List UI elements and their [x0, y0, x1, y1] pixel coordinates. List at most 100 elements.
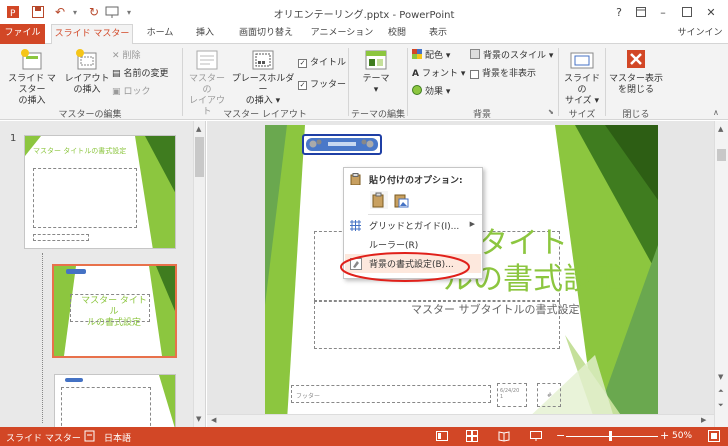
tab-slide-master[interactable]: スライド マスター [51, 24, 133, 45]
theme-label: テーマ ▾ [362, 74, 390, 95]
thumbnail-scrollbar[interactable]: ▲ ▼ [193, 121, 205, 427]
insert-placeholder-button[interactable]: プレースホルダー の挿入 ▾ [230, 48, 296, 107]
submenu-arrow-icon: ▶ [469, 220, 475, 228]
tab-insert[interactable]: 挿入 [187, 24, 223, 44]
ribbon-display-options-icon[interactable] [632, 3, 650, 21]
zoom-slider-thumb[interactable] [609, 431, 612, 441]
effects-label: 効果 ▾ [425, 87, 451, 97]
close-master-view-button[interactable]: マスター表示 を閉じる [608, 48, 664, 96]
paste-picture-icon[interactable] [392, 191, 410, 209]
tab-file[interactable]: ファイル [0, 24, 45, 44]
maximize-icon[interactable] [678, 3, 696, 21]
background-style-icon [470, 48, 480, 64]
scroll-right-icon[interactable]: ▶ [701, 416, 706, 424]
normal-view-icon[interactable] [436, 430, 448, 445]
layout-thumbnail-title-box [70, 294, 150, 322]
rename-label: 名前の変更 [123, 69, 169, 79]
group-label-master-layout: マスター レイアウト [223, 110, 307, 120]
title-layout-thumbnail[interactable]: マスター タイトル ルの書式設定 [52, 264, 177, 358]
lock-icon: ▣ [112, 87, 121, 97]
insert-slide-master-button[interactable]: スライド マスター の挿入 [4, 48, 60, 107]
fonts-button[interactable]: A フォント ▾ [412, 67, 465, 81]
help-button[interactable]: ? [610, 3, 628, 21]
next-slide-icon[interactable]: ⏷ [718, 401, 724, 410]
zoom-out-button[interactable]: − [556, 429, 565, 442]
status-language[interactable]: 日本語 [104, 431, 131, 444]
insert-layout-label: レイアウト の挿入 [64, 74, 110, 95]
logo-placeholder[interactable] [302, 134, 382, 155]
zoom-in-button[interactable]: + [660, 429, 669, 442]
scroll-up-icon[interactable]: ▲ [196, 125, 201, 133]
content-layout-thumbnail[interactable] [54, 374, 176, 434]
lock-label: ロック [123, 87, 151, 97]
slide-sorter-icon[interactable] [466, 430, 478, 445]
effects-button[interactable]: 効果 ▾ [412, 84, 451, 100]
footer-check-label: フッター [310, 80, 347, 90]
horizontal-scrollbar[interactable]: ◀ ▶ [207, 414, 714, 427]
rename-button[interactable]: ▤ 名前の変更 [112, 67, 169, 81]
fit-slide-icon[interactable] [708, 430, 720, 445]
close-button[interactable]: ✕ [702, 3, 720, 21]
insert-placeholder-icon [250, 48, 276, 72]
master-thumbnail-title: マスター タイトルの書式設定 [33, 147, 127, 155]
ribbon: スライド マスター の挿入 レイアウト の挿入 ✕ 削除 ▤ 名前の変更 ▣ ロック … [0, 44, 728, 120]
colors-icon [412, 48, 422, 64]
footer-checkbox[interactable]: ✓ フッター [298, 78, 346, 92]
canvas-scroll-thumb[interactable] [717, 149, 726, 161]
grid-guides-label: グリッドとガイド(I)... [369, 222, 460, 232]
theme-icon [363, 48, 389, 72]
thumbnail-scroll-thumb[interactable] [195, 137, 204, 177]
title-checkbox[interactable]: ✓ タイトル [298, 56, 346, 70]
hide-background-label: 背景を非表示 [482, 69, 537, 79]
colors-button[interactable]: 配色 ▾ [412, 48, 450, 64]
page-number-placeholder[interactable]: # [537, 383, 561, 407]
theme-button[interactable]: テーマ ▾ [356, 48, 396, 96]
collapse-ribbon-icon[interactable]: ∧ [713, 108, 719, 117]
tab-home[interactable]: ホーム [137, 24, 183, 44]
slide-size-icon [569, 48, 595, 72]
canvas-scroll-down-icon[interactable]: ▼ [718, 373, 723, 381]
spelling-check-icon[interactable] [84, 430, 96, 445]
status-bar: スライド マスター 日本語 − + 50% [0, 427, 728, 446]
rename-icon: ▤ [112, 69, 121, 79]
insert-layout-button[interactable]: レイアウト の挿入 [64, 48, 110, 96]
slide-size-button[interactable]: スライドの サイズ ▾ [562, 48, 602, 107]
scroll-left-icon[interactable]: ◀ [211, 416, 216, 424]
background-style-button[interactable]: 背景のスタイル ▾ [470, 48, 553, 64]
tab-transitions[interactable]: 画面切り替え [229, 24, 303, 44]
insert-layout-icon [74, 48, 100, 72]
background-dialog-launcher-icon[interactable]: ⬊ [548, 108, 554, 116]
reading-view-icon[interactable] [498, 430, 510, 445]
canvas-scroll-up-icon[interactable]: ▲ [718, 125, 723, 133]
slideshow-view-icon[interactable] [530, 430, 542, 445]
scroll-down-icon[interactable]: ▼ [196, 415, 201, 423]
menu-item-grid-guides[interactable]: グリッドとガイド(I)... ▶ [345, 216, 481, 235]
zoom-slider-track[interactable] [566, 436, 658, 437]
tab-animations[interactable]: アニメーション [307, 24, 377, 44]
tab-review[interactable]: 校閲 [380, 24, 414, 44]
hide-background-check-icon [470, 69, 479, 79]
title-bar: P ↶ ▾ ↻ ▾ オリエンテーリング.pptx - PowerPoint ? … [0, 0, 728, 24]
group-label-size: サイズ [568, 110, 596, 120]
title-check-icon: ✓ [298, 58, 307, 68]
footer-placeholder[interactable]: フッター [291, 385, 491, 403]
paste-keep-source-icon[interactable] [370, 191, 388, 209]
tab-view[interactable]: 表示 [420, 24, 456, 44]
effects-icon [412, 84, 422, 100]
previous-slide-icon[interactable]: ⏶ [718, 387, 724, 396]
group-separator [605, 48, 606, 116]
hide-background-checkbox[interactable]: 背景を非表示 [470, 67, 536, 81]
close-master-view-label: マスター表示 を閉じる [608, 74, 663, 95]
title-check-label: タイトル [310, 58, 347, 68]
group-label-background: 背景 [472, 110, 491, 120]
canvas-scrollbar[interactable]: ▲ ▼ ⏶ ⏷ [714, 121, 728, 427]
lock-button[interactable]: ▣ ロック [112, 85, 151, 99]
group-separator [182, 48, 183, 116]
insert-slide-master-label: スライド マスター の挿入 [8, 74, 56, 106]
zoom-level[interactable]: 50% [672, 431, 692, 441]
slide-master-thumbnail[interactable]: マスター タイトルの書式設定 [24, 135, 176, 249]
delete-button[interactable]: ✕ 削除 [112, 49, 141, 63]
sign-in-link[interactable]: サインイン [672, 24, 728, 44]
minimize-button[interactable]: – [654, 3, 672, 21]
date-placeholder[interactable]: 6/24/20 1 [497, 383, 527, 407]
